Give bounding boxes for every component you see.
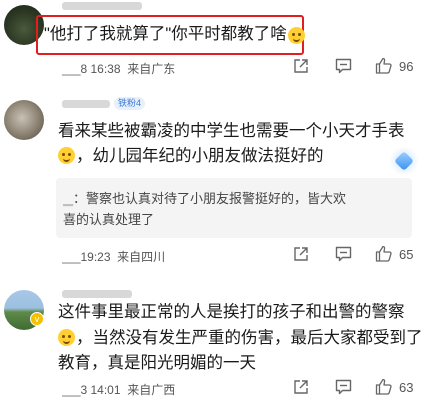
reply-text-line: 喜的认真处理了 <box>63 212 155 227</box>
comment-location: 来自广西 <box>127 383 176 397</box>
username-blurred[interactable] <box>62 100 110 108</box>
comment-text-line: 这件事里最正常的人是挨打的孩子和出警的警察 <box>58 303 405 321</box>
comment-quote-text: "他打了我就算了" <box>44 25 172 43</box>
username-blurred[interactable] <box>62 290 132 298</box>
reply-text-line: ：警察也认真对待了小朋友报警挺好的，皆大欢 <box>73 191 347 206</box>
reply-text: ▁：警察也认真对待了小朋友报警挺好的，皆大欢 喜的认真处理了 <box>63 191 347 227</box>
like-count: 96 <box>399 59 414 74</box>
comment-text-line: 看来某些被霸凌的中学生也需要一个小天才手表 <box>58 122 405 140</box>
smile-emoji-icon <box>288 27 305 44</box>
share-icon[interactable] <box>293 58 309 74</box>
thumbs-up-icon[interactable] <box>375 245 393 262</box>
comment-icon[interactable] <box>335 58 352 74</box>
comment-text-line: 教育，真是阳光明媚的一天 <box>58 354 256 372</box>
comment-text-line: ，当然没有发生严重的伤害，最后大家都受到了 <box>76 329 423 347</box>
comment-meta: ▁▁3 14:01 来自广西 <box>62 383 176 397</box>
comment-body-text: 你平时都教了啥 <box>171 25 287 43</box>
comment-meta: ▁▁8 16:38 来自广东 <box>62 62 176 76</box>
like-count: 63 <box>399 380 414 395</box>
thumbs-up-icon[interactable] <box>375 378 393 395</box>
comment-meta: ▁▁19:23 来自四川 <box>62 250 166 264</box>
comment-location: 来自广东 <box>127 62 176 76</box>
comment-icon[interactable] <box>335 246 352 262</box>
comment-time: 19:23 <box>80 250 111 264</box>
comment-text-line: ，幼儿园年纪的小朋友做法挺好的 <box>76 147 324 165</box>
comment-location: 来自四川 <box>117 250 166 264</box>
vip-badge-icon: v <box>30 312 44 326</box>
thumbs-up-icon[interactable] <box>375 57 393 74</box>
comment-time: 8 16:38 <box>80 62 121 76</box>
smile-emoji-icon <box>58 147 75 164</box>
comment-icon[interactable] <box>335 379 352 395</box>
like-count: 65 <box>399 247 414 262</box>
fan-badge: 铁粉4 <box>114 97 146 110</box>
share-icon[interactable] <box>293 246 309 262</box>
share-icon[interactable] <box>293 379 309 395</box>
smile-emoji-icon <box>58 329 75 346</box>
comment-text: "他打了我就算了"你平时都教了啥 <box>44 21 287 48</box>
avatar[interactable] <box>4 100 44 140</box>
username-blurred[interactable] <box>62 2 142 10</box>
comment-time: 3 14:01 <box>80 383 121 397</box>
